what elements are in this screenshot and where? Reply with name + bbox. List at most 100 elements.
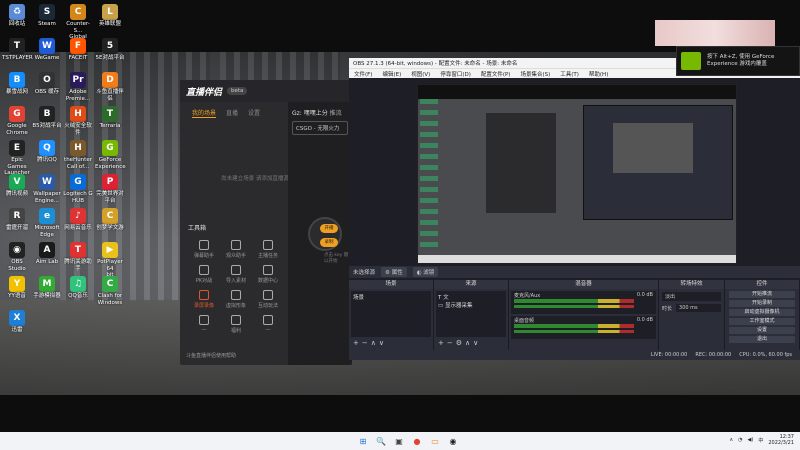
desktop-icon[interactable]: ▶ PotPlayer 64 bit <box>95 242 125 279</box>
sources-toolbar[interactable]: +−⚙∧∨ <box>438 339 481 347</box>
mixer-channel[interactable]: 桌面音频 0.0 dB <box>511 316 656 339</box>
desktop-icon[interactable]: O OBS 缓存 <box>32 72 62 96</box>
geforce-notification[interactable]: 按下 Alt+Z, 使用 GeForce Experience 游戏内覆盖 <box>676 46 800 76</box>
volume-slider[interactable] <box>514 305 634 308</box>
companion-footer[interactable]: 斗鱼直播伴侣使用帮助 <box>186 352 236 359</box>
control-button[interactable]: 工作室模式 <box>729 318 795 325</box>
toolbox-item[interactable]: — <box>188 315 220 334</box>
toolbox-item[interactable]: 弹幕助手 <box>188 240 220 259</box>
desktop-icon[interactable]: F FACEIT <box>63 38 93 62</box>
desktop-icon[interactable]: ♫ QQ音乐 <box>63 276 93 300</box>
menu-item[interactable]: 停靠窗口(D) <box>440 70 471 78</box>
transition-select[interactable]: 淡出 <box>662 292 721 301</box>
desktop-icon[interactable]: W Wallpaper Engine... <box>32 174 62 204</box>
desktop-icon[interactable]: L 英雄联盟 <box>95 4 125 28</box>
desktop-icon[interactable]: G Google Chrome <box>2 106 32 136</box>
control-button[interactable]: 开始推流 <box>729 291 795 298</box>
taskbar-app-icon[interactable]: ▭ <box>429 435 441 447</box>
filters-button[interactable]: ◐ 滤镜 <box>412 267 439 277</box>
language-icon[interactable]: 中 <box>758 437 763 444</box>
taskbar-app-icon[interactable]: 🔍 <box>375 435 387 447</box>
desktop: ♻回收站SSteamCCounter-S... Global Off...L英雄… <box>0 0 800 432</box>
desktop-icon[interactable]: Q 腾讯QQ <box>32 140 62 164</box>
desktop-icon[interactable]: B B5对战平台 <box>32 106 62 130</box>
properties-button[interactable]: ⚙ 属性 <box>381 267 407 277</box>
desktop-icon[interactable]: S Steam <box>32 4 62 28</box>
volume-slider[interactable] <box>514 330 634 333</box>
desktop-icon[interactable]: e Microsoft Edge <box>32 208 62 238</box>
desktop-icon[interactable]: P 完美世界对 平台 <box>95 174 125 204</box>
menu-item[interactable]: 帮助(H) <box>589 70 608 78</box>
mixer-channel[interactable]: 麦克风/Aux 0.0 dB <box>511 291 656 314</box>
desktop-icon[interactable]: HtheHunter Call of... <box>63 140 93 170</box>
desktop-icon-label: 5E对战平台 <box>95 55 125 61</box>
desktop-icon[interactable]: H 火绒安全软件 <box>63 106 93 136</box>
desktop-icon[interactable]: T Terraria <box>95 106 125 130</box>
toolbox-item[interactable]: 观众助手 <box>220 240 252 259</box>
source-item[interactable]: ▭ 显示器采集 <box>438 301 504 309</box>
desktop-icon[interactable]: R 雷霆开溜 <box>2 208 32 232</box>
toolbox-item[interactable]: 录屏录像 <box>188 290 220 309</box>
menu-item[interactable]: 编辑(E) <box>382 70 401 78</box>
tab-my-scenes[interactable]: 我的场景 <box>192 108 217 118</box>
source-item[interactable]: T 文 <box>438 293 504 301</box>
desktop-icon[interactable]: M 手游模拟器 <box>32 276 62 300</box>
toolbox-item[interactable]: PK对战 <box>188 265 220 284</box>
desktop-icon[interactable]: G Logitech G HUB <box>63 174 93 204</box>
desktop-icon[interactable]: ◉ OBS Studio <box>2 242 32 272</box>
toolbox-item[interactable]: — <box>252 315 284 334</box>
toolbox-item[interactable]: 导入素材 <box>220 265 252 284</box>
scenes-toolbar[interactable]: +−∧∨ <box>353 339 387 347</box>
desktop-icon[interactable]: ♻ 回收站 <box>2 4 32 28</box>
start-live-button[interactable]: 开播 <box>320 224 338 233</box>
desktop-icon[interactable]: 5 5E对战平台 <box>95 38 125 62</box>
taskbar-app-icon[interactable]: ⊞ <box>357 435 369 447</box>
game-selector[interactable]: CSGO - 无限火力 <box>292 121 348 135</box>
desktop-icon[interactable]: T TSTPLAYER <box>2 38 33 62</box>
control-button[interactable]: 设置 <box>729 327 795 334</box>
live-companion-window[interactable]: 直播伴侣 beta 我的场景 直播 设置 尚未建立场景 请添加直播源开始直播 工… <box>180 80 352 365</box>
menu-item[interactable]: 工具(T) <box>560 70 579 78</box>
desktop-icon[interactable]: B 暴雪战网 <box>2 72 32 96</box>
scene-item[interactable]: 场景 <box>353 293 429 301</box>
desktop-icon[interactable]: V 腾讯视频 <box>2 174 32 198</box>
toolbox-item[interactable]: 主播任务 <box>252 240 284 259</box>
toolbox-item[interactable]: 互动玩法 <box>252 290 284 309</box>
desktop-icon[interactable]: G GeForce Experience <box>95 140 126 170</box>
clock[interactable]: 12:37 2022/3/21 <box>768 434 794 446</box>
toolbox-item[interactable]: 福利 <box>220 315 252 334</box>
tab-settings[interactable]: 设置 <box>248 108 260 118</box>
desktop-icon[interactable]: C 创梦学文游 <box>95 208 125 232</box>
toolbox-item[interactable]: 数据中心 <box>252 265 284 284</box>
menu-item[interactable]: 配置文件(P) <box>481 70 511 78</box>
obs-window[interactable]: OBS 27.1.3 (64-bit, windows) - 配置文件: 未命名… <box>349 58 800 360</box>
toolbox-item[interactable]: 虚拟形象 <box>220 290 252 309</box>
scene-action[interactable]: 推流 <box>330 110 342 117</box>
control-button[interactable]: 启动虚拟摄像机 <box>729 309 795 316</box>
transition-duration[interactable]: 时长 300 ms <box>662 304 721 312</box>
desktop-icon[interactable]: Pr Adobe Premie... <box>63 72 93 102</box>
menu-item[interactable]: 场景集合(S) <box>520 70 550 78</box>
desktop-icon[interactable]: T 腾讯关游助手 <box>63 242 93 272</box>
chevron-up-icon[interactable]: ∧ <box>730 437 734 443</box>
menu-item[interactable]: 文件(F) <box>354 70 372 78</box>
desktop-icon[interactable]: E Epic Games Launcher <box>2 140 32 177</box>
taskbar-app-icon[interactable]: ● <box>411 435 423 447</box>
obs-preview-canvas[interactable] <box>417 84 737 264</box>
tab-live[interactable]: 直播 <box>226 108 238 118</box>
speaker-icon[interactable]: ◀) <box>748 437 754 443</box>
control-button[interactable]: 开始录制 <box>729 300 795 307</box>
control-button[interactable]: 退出 <box>729 336 795 343</box>
record-button[interactable]: 录制 <box>320 238 338 247</box>
desktop-icon[interactable]: W WeGame <box>32 38 62 62</box>
desktop-icon[interactable]: X 迅雷 <box>2 310 32 334</box>
taskbar-app-icon[interactable]: ◉ <box>447 435 459 447</box>
menu-item[interactable]: 视图(V) <box>411 70 430 78</box>
desktop-icon[interactable]: D 斗鱼直播伴侣 <box>95 72 125 102</box>
desktop-icon[interactable]: A Aim Lab <box>32 242 62 266</box>
desktop-icon[interactable]: C Clash for Windows <box>95 276 125 306</box>
taskbar-app-icon[interactable]: ▣ <box>393 435 405 447</box>
network-icon[interactable]: ◔ <box>738 437 742 443</box>
desktop-icon[interactable]: ♪ 网易云音乐 <box>63 208 93 232</box>
desktop-icon[interactable]: Y YY语音 <box>2 276 32 300</box>
